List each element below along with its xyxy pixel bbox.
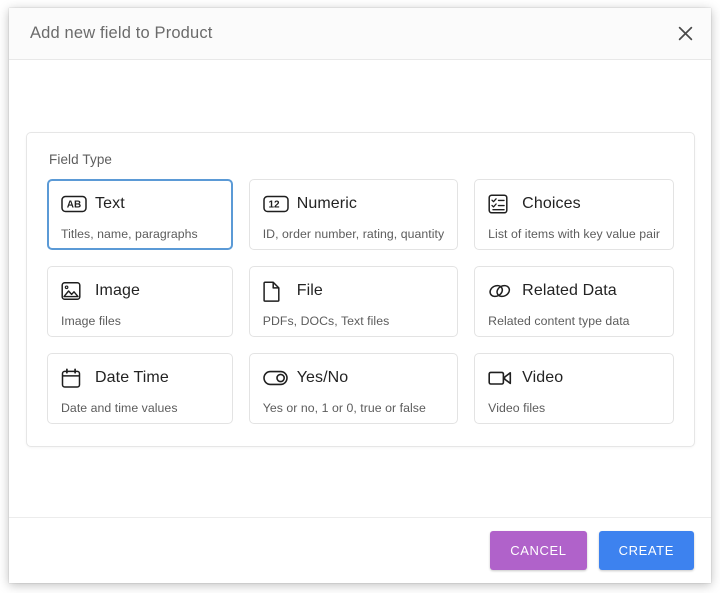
card-head: Related Data xyxy=(488,278,660,304)
field-type-title: Related Data xyxy=(522,283,617,299)
dialog-footer: CANCEL CREATE xyxy=(9,517,711,583)
field-type-card-yes-no[interactable]: Yes/No Yes or no, 1 or 0, true or false xyxy=(249,353,458,424)
document-icon xyxy=(263,280,289,302)
field-type-description: Yes or no, 1 or 0, true or false xyxy=(263,401,444,415)
field-type-title: Image xyxy=(95,283,140,299)
screen-root: Add new field to Product Field Type xyxy=(0,0,720,593)
field-type-description: PDFs, DOCs, Text files xyxy=(263,314,444,328)
video-camera-icon xyxy=(488,367,514,389)
card-head: Choices xyxy=(488,191,660,217)
svg-text:AB: AB xyxy=(67,200,81,211)
card-head: 12 Numeric xyxy=(263,191,444,217)
close-icon[interactable] xyxy=(671,20,699,48)
toggle-switch-icon xyxy=(263,367,289,389)
field-type-card-image[interactable]: Image Image files xyxy=(47,266,233,337)
svg-text:12: 12 xyxy=(268,200,280,211)
checklist-icon xyxy=(488,193,514,215)
field-type-title: Yes/No xyxy=(297,370,349,386)
ab-box-icon: AB xyxy=(61,193,87,215)
field-type-card-numeric[interactable]: 12 Numeric ID, order number, rating, qua… xyxy=(249,179,458,250)
picture-icon xyxy=(61,280,87,302)
field-type-title: Choices xyxy=(522,196,581,212)
field-type-panel: Field Type AB Text xyxy=(26,132,695,447)
field-type-description: List of items with key value pair xyxy=(488,227,660,241)
card-head: Video xyxy=(488,365,660,391)
field-type-title: Text xyxy=(95,196,125,212)
field-type-card-choices[interactable]: Choices List of items with key value pai… xyxy=(474,179,674,250)
card-head: Image xyxy=(61,278,219,304)
dialog-title: Add new field to Product xyxy=(30,25,212,42)
card-head: File xyxy=(263,278,444,304)
field-type-title: File xyxy=(297,283,323,299)
field-type-title: Video xyxy=(522,370,563,386)
number-box-icon: 12 xyxy=(263,193,289,215)
field-type-description: Video files xyxy=(488,401,660,415)
field-type-grid: AB Text Titles, name, paragraphs xyxy=(47,179,674,424)
field-type-card-video[interactable]: Video Video files xyxy=(474,353,674,424)
card-head: Date Time xyxy=(61,365,219,391)
dialog-header: Add new field to Product xyxy=(9,8,711,60)
field-type-description: Image files xyxy=(61,314,219,328)
field-type-card-text[interactable]: AB Text Titles, name, paragraphs xyxy=(47,179,233,250)
field-type-label: Field Type xyxy=(49,152,674,167)
field-type-description: Related content type data xyxy=(488,314,660,328)
dialog-body: Field Type AB Text xyxy=(9,60,711,517)
cancel-button[interactable]: CANCEL xyxy=(490,531,586,570)
field-type-card-related-data[interactable]: Related Data Related content type data xyxy=(474,266,674,337)
card-head: AB Text xyxy=(61,191,219,217)
field-type-title: Date Time xyxy=(95,370,169,386)
calendar-icon xyxy=(61,367,87,389)
field-type-card-file[interactable]: File PDFs, DOCs, Text files xyxy=(249,266,458,337)
field-type-description: Titles, name, paragraphs xyxy=(61,227,219,241)
field-type-card-date-time[interactable]: Date Time Date and time values xyxy=(47,353,233,424)
field-type-description: Date and time values xyxy=(61,401,219,415)
field-type-description: ID, order number, rating, quantity xyxy=(263,227,444,241)
field-type-title: Numeric xyxy=(297,196,357,212)
add-field-dialog: Add new field to Product Field Type xyxy=(9,8,711,583)
card-head: Yes/No xyxy=(263,365,444,391)
create-button[interactable]: CREATE xyxy=(599,531,694,570)
link-chain-icon xyxy=(488,280,514,302)
